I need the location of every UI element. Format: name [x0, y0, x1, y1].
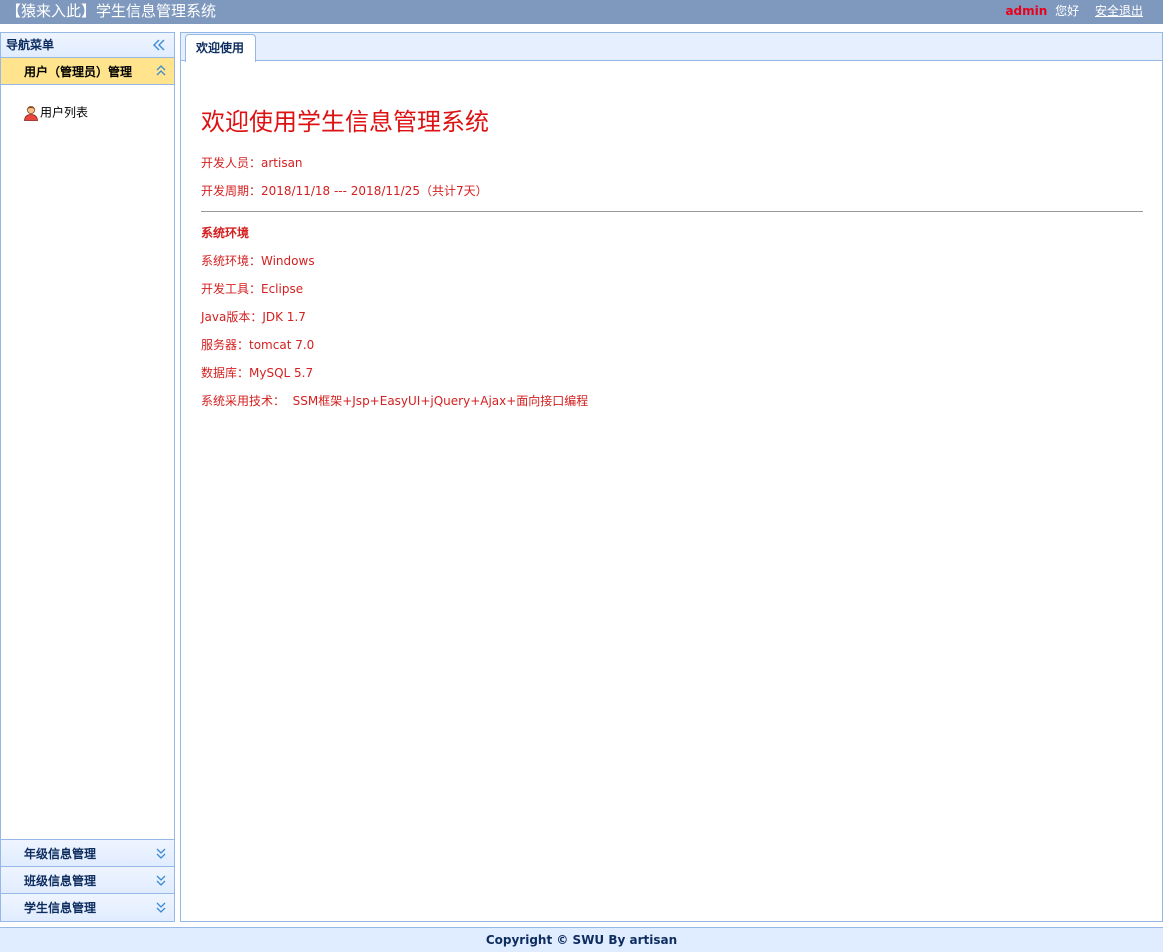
section-user-admin-body: 用户列表	[1, 85, 174, 840]
current-user: admin	[1005, 4, 1048, 18]
env-os: 系统环境：Windows	[201, 254, 315, 268]
tab-label: 欢迎使用	[196, 41, 245, 55]
env-tech: 系统采用技术： SSM框架+Jsp+EasyUI+jQuery+Ajax+面向接…	[201, 394, 589, 408]
section-student[interactable]: 学生信息管理	[1, 894, 174, 921]
chevron-down-icon[interactable]	[155, 846, 167, 860]
tab-welcome[interactable]: 欢迎使用	[185, 34, 256, 62]
env-ide: 开发工具：Eclipse	[201, 282, 304, 296]
dev-period-info: 开发周期：2018/11/18 --- 2018/11/25（共计7天）	[201, 184, 488, 198]
section-class[interactable]: 班级信息管理	[1, 867, 174, 894]
menu-item-label: 用户列表	[40, 105, 89, 120]
sidebar-title: 导航菜单	[6, 38, 55, 52]
logout-link[interactable]: 安全退出	[1095, 4, 1143, 18]
divider	[201, 211, 1143, 212]
collapse-left-icon[interactable]	[152, 37, 166, 53]
footer: Copyright © SWU By artisan	[0, 927, 1163, 952]
section-user-admin[interactable]: 用户（管理员）管理	[1, 58, 174, 85]
env-database: 数据库：MySQL 5.7	[201, 366, 314, 380]
copyright-text: Copyright © SWU By artisan	[485, 933, 678, 947]
user-area: admin 您好 安全退出	[1005, 3, 1143, 19]
app-title: 【猿来入此】学生信息管理系统	[6, 2, 217, 20]
chevron-up-icon[interactable]	[155, 64, 167, 78]
sidebar-nav: 导航菜单 用户（管理员）管理 用户列表 年级信息管理 班级信息管理 学生信息管理	[0, 32, 175, 922]
env-section-title: 系统环境	[201, 226, 250, 240]
section-label: 班级信息管理	[24, 874, 97, 888]
greeting-text: 您好	[1055, 4, 1080, 18]
main-panel: 欢迎使用 欢迎使用学生信息管理系统 开发人员：artisan 开发周期：2018…	[180, 32, 1163, 922]
user-icon	[24, 105, 38, 121]
sidebar-header: 导航菜单	[1, 33, 174, 58]
section-grade[interactable]: 年级信息管理	[1, 840, 174, 867]
welcome-content: 欢迎使用学生信息管理系统 开发人员：artisan 开发周期：2018/11/1…	[201, 103, 1143, 421]
env-java: Java版本：JDK 1.7	[201, 310, 306, 324]
menu-item-user-list[interactable]: 用户列表	[23, 103, 88, 121]
developer-info: 开发人员：artisan	[201, 156, 303, 170]
tab-bar: 欢迎使用	[181, 33, 1162, 62]
section-label: 学生信息管理	[24, 901, 97, 915]
top-header: 【猿来入此】学生信息管理系统 admin 您好 安全退出	[0, 0, 1163, 24]
chevron-down-icon[interactable]	[155, 873, 167, 887]
chevron-down-icon[interactable]	[155, 900, 167, 914]
section-label: 用户（管理员）管理	[24, 65, 133, 79]
welcome-title: 欢迎使用学生信息管理系统	[201, 108, 489, 136]
env-server: 服务器：tomcat 7.0	[201, 338, 315, 352]
section-label: 年级信息管理	[24, 847, 97, 861]
